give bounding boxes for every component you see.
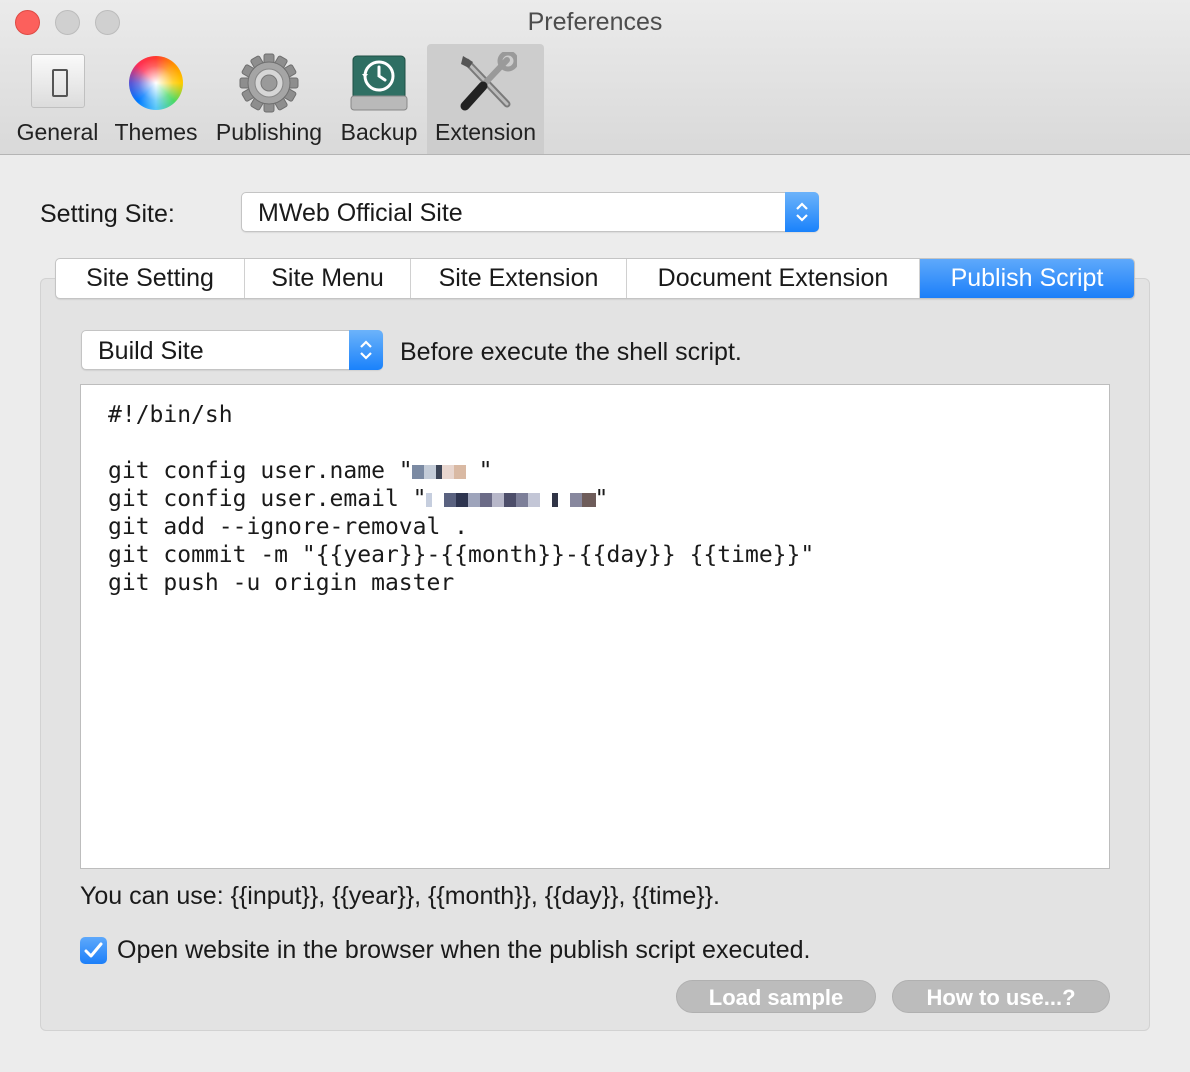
open-browser-checkbox[interactable] — [80, 937, 107, 964]
code-line: #!/bin/sh — [108, 402, 233, 428]
toolbar-label: Publishing — [215, 119, 323, 145]
code-line: git add --ignore-removal . — [108, 514, 469, 540]
title-bar: Preferences General Themes Publishing Ba… — [0, 0, 1190, 155]
toolbar-label: Extension — [434, 119, 536, 145]
popup-arrows-icon — [349, 330, 383, 370]
code-line: git config user.name " " — [108, 458, 493, 484]
toolbar-item-themes[interactable]: Themes — [110, 44, 202, 154]
gear-icon — [239, 53, 299, 113]
script-editor[interactable]: #!/bin/sh git config user.name " " git co… — [80, 384, 1110, 869]
tab-publish-script[interactable]: Publish Script — [920, 259, 1134, 298]
toolbar-label: General — [16, 119, 99, 145]
code-line-text: git config user.name " — [108, 458, 413, 484]
checkmark-icon — [84, 942, 103, 958]
redacted-text — [425, 486, 596, 512]
load-sample-button[interactable]: Load sample — [676, 980, 876, 1013]
setting-site-label: Setting Site: — [40, 200, 175, 228]
tab-site-menu[interactable]: Site Menu — [245, 259, 411, 298]
tools-icon — [460, 52, 517, 111]
code-line: git push -u origin master — [108, 570, 455, 596]
tab-site-extension[interactable]: Site Extension — [411, 259, 627, 298]
toolbar-item-backup[interactable]: Backup — [336, 44, 422, 154]
code-line: git commit -m "{{year}}-{{month}}-{{day}… — [108, 542, 815, 568]
script-trigger-popup[interactable]: Build Site — [81, 330, 383, 370]
code-line: git config user.email " " — [108, 486, 609, 512]
how-to-use-button[interactable]: How to use...? — [892, 980, 1110, 1013]
script-trigger-description: Before execute the shell script. — [400, 338, 742, 366]
tab-site-setting[interactable]: Site Setting — [56, 259, 245, 298]
tab-document-extension[interactable]: Document Extension — [627, 259, 920, 298]
variables-hint: You can use: {{input}}, {{year}}, {{mont… — [80, 882, 720, 910]
open-browser-label[interactable]: Open website in the browser when the pub… — [117, 936, 810, 965]
toolbar-item-extension[interactable]: Extension — [427, 44, 544, 154]
general-icon — [30, 54, 85, 108]
toolbar-label: Backup — [340, 119, 418, 145]
popup-arrows-icon — [785, 192, 819, 232]
window-title: Preferences — [527, 8, 663, 36]
setting-site-popup[interactable]: MWeb Official Site — [241, 192, 819, 232]
setting-site-value: MWeb Official Site — [258, 199, 463, 227]
toolbar-item-publishing[interactable]: Publishing — [210, 44, 328, 154]
backup-icon — [350, 55, 408, 111]
script-trigger-value: Build Site — [98, 337, 204, 365]
toolbar-item-general[interactable]: General — [10, 44, 105, 154]
redacted-text — [411, 458, 480, 484]
toolbar-label: Themes — [114, 119, 198, 145]
code-line-text: git config user.email " — [108, 486, 427, 512]
tab-bar: Site Setting Site Menu Site Extension Do… — [55, 258, 1135, 299]
themes-icon — [129, 56, 183, 110]
